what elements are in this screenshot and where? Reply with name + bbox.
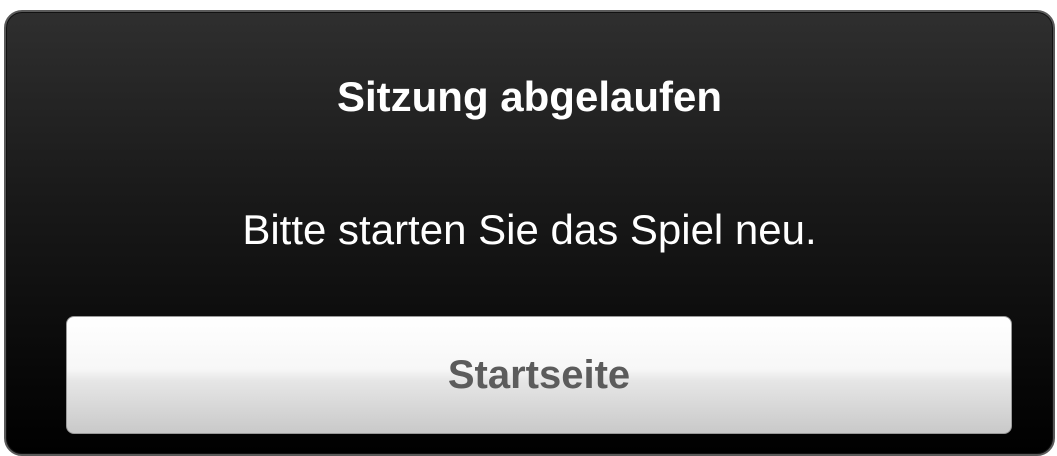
- home-button[interactable]: Startseite: [66, 316, 1012, 434]
- session-expired-dialog: Sitzung abgelaufen Bitte starten Sie das…: [4, 10, 1055, 456]
- home-button-label: Startseite: [447, 353, 631, 397]
- dialog-title: Sitzung abgelaufen: [336, 73, 722, 120]
- dialog-message: Bitte starten Sie das Spiel neu.: [242, 206, 817, 253]
